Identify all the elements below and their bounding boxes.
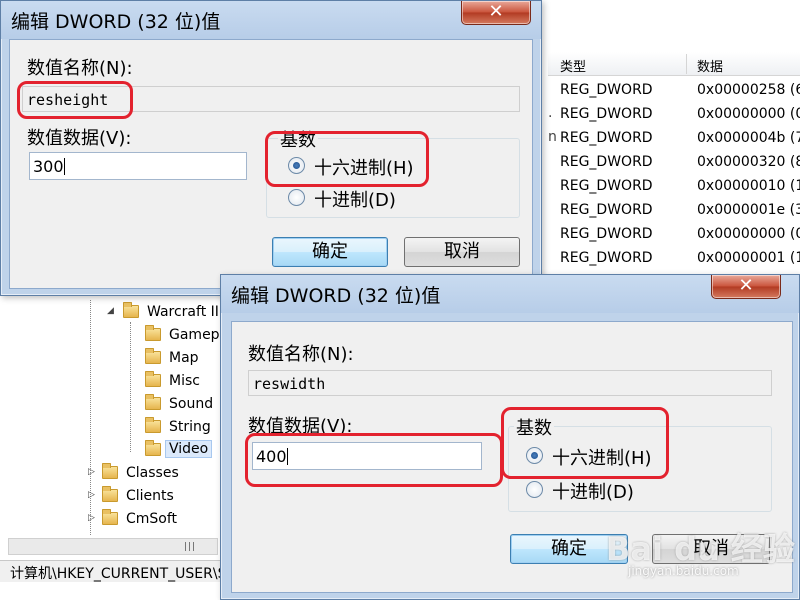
folder-icon bbox=[145, 325, 161, 341]
tree-node-video[interactable]: Video bbox=[145, 440, 220, 462]
expand-arrow-icon[interactable]: ▷ bbox=[88, 513, 98, 525]
folder-icon bbox=[102, 463, 118, 479]
folder-icon bbox=[145, 394, 161, 410]
value-row[interactable]: . REG_DWORD 0x00000000 (0) bbox=[548, 103, 800, 127]
radio-dec[interactable]: 十进制(D) bbox=[526, 478, 666, 503]
tree-node-cmsoft[interactable]: ▷ CmSoft bbox=[88, 509, 218, 531]
radio-checked-icon bbox=[288, 157, 305, 174]
radio-hex[interactable]: 十六进制(H) bbox=[288, 154, 428, 179]
value-name-field: resheight bbox=[22, 86, 520, 112]
value-data: 0x00000001 (1) bbox=[697, 250, 800, 266]
radio-unchecked-icon bbox=[288, 189, 305, 206]
value-name-label: 数值名称(N): bbox=[27, 58, 133, 79]
value-data: 0x00000320 (80 bbox=[697, 154, 800, 170]
status-bar-path: 计算机\HKEY_CURRENT_USER\S bbox=[0, 560, 220, 582]
radio-unchecked-icon bbox=[526, 481, 543, 498]
value-type: REG_DWORD bbox=[560, 106, 653, 122]
folder-icon bbox=[145, 371, 161, 387]
base-label: 基数 bbox=[278, 126, 318, 152]
tree-node-classes[interactable]: ▷ Classes bbox=[88, 463, 218, 485]
value-type: REG_DWORD bbox=[560, 226, 653, 242]
tree-horizontal-scrollbar[interactable] bbox=[8, 538, 218, 555]
value-data-label: 数值数据(V): bbox=[248, 416, 353, 437]
collapse-arrow-icon[interactable]: ◢ bbox=[107, 306, 117, 318]
baidu-jingyan-watermark: Bai du 经验 jingyan.baidu.com bbox=[606, 520, 796, 580]
value-type: REG_DWORD bbox=[560, 250, 653, 266]
tree-node-clients[interactable]: ▷ Clients bbox=[88, 486, 218, 508]
tree-node-gameplay[interactable]: Gamepl bbox=[145, 325, 223, 347]
base-label: 基数 bbox=[514, 414, 554, 440]
column-header-type[interactable]: 类型 bbox=[560, 56, 586, 75]
tree-node-warcraft[interactable]: ◢ Warcraft III bbox=[107, 302, 223, 324]
value-data-input[interactable]: 400 bbox=[252, 442, 482, 470]
value-data: 0x00000000 (0) bbox=[697, 106, 800, 122]
close-button[interactable]: ✕ bbox=[461, 1, 531, 25]
tree-node-map[interactable]: Map bbox=[145, 348, 220, 370]
edit-dword-dialog-resheight: 编辑 DWORD (32 位)值 ✕ 数值名称(N): resheight 数值… bbox=[0, 0, 542, 296]
value-name-field: reswidth bbox=[248, 370, 772, 396]
column-header-data[interactable]: 数据 bbox=[697, 56, 723, 75]
value-row[interactable]: REG_DWORD 0x00000001 (1) bbox=[548, 247, 800, 271]
radio-hex[interactable]: 十六进制(H) bbox=[526, 444, 666, 469]
cancel-button[interactable]: 取消 bbox=[404, 237, 520, 267]
value-name-label: 数值名称(N): bbox=[248, 344, 354, 365]
dialog-title: 编辑 DWORD (32 位)值 bbox=[231, 285, 441, 307]
value-row[interactable]: REG_DWORD 0x00000000 (0) bbox=[548, 223, 800, 247]
value-type: REG_DWORD bbox=[560, 130, 653, 146]
value-row[interactable]: REG_DWORD 0x00000258 (60 bbox=[548, 79, 800, 103]
expand-arrow-icon[interactable]: ▷ bbox=[88, 490, 98, 502]
dialog-client-area: 数值名称(N): resheight 数值数据(V): 300 基数 十六进制(… bbox=[9, 39, 533, 289]
folder-icon bbox=[145, 348, 161, 364]
value-data: 0x00000000 (0) bbox=[697, 226, 800, 242]
close-button[interactable]: ✕ bbox=[711, 275, 781, 299]
folder-icon bbox=[102, 509, 118, 525]
tree-node-misc[interactable]: Misc bbox=[145, 371, 220, 393]
value-data-input[interactable]: 300 bbox=[29, 152, 247, 180]
folder-open-icon bbox=[123, 302, 139, 318]
value-data-label: 数值数据(V): bbox=[27, 128, 132, 149]
folder-icon bbox=[102, 486, 118, 502]
tree-node-sound[interactable]: Sound bbox=[145, 394, 220, 416]
value-type: REG_DWORD bbox=[560, 202, 653, 218]
radio-dec[interactable]: 十进制(D) bbox=[288, 186, 428, 211]
value-type: REG_DWORD bbox=[560, 82, 653, 98]
value-row[interactable]: REG_DWORD 0x00000010 (16 bbox=[548, 175, 800, 199]
ok-button[interactable]: 确定 bbox=[272, 237, 388, 267]
folder-icon bbox=[145, 440, 161, 456]
dialog-titlebar[interactable]: 编辑 DWORD (32 位)值 bbox=[1, 1, 541, 39]
expand-arrow-icon[interactable]: ▷ bbox=[88, 467, 98, 479]
value-data: 0x0000004b (75 bbox=[697, 130, 800, 146]
value-row[interactable]: REG_DWORD 0x0000001e (30 bbox=[548, 199, 800, 223]
watermark-url: jingyan.baidu.com bbox=[628, 564, 739, 578]
value-type: REG_DWORD bbox=[560, 154, 653, 170]
value-type: REG_DWORD bbox=[560, 178, 653, 194]
value-row[interactable]: n REG_DWORD 0x0000004b (75 bbox=[548, 127, 800, 151]
folder-icon bbox=[145, 417, 161, 433]
tree-node-string[interactable]: String bbox=[145, 417, 220, 439]
value-data: 0x00000258 (60 bbox=[697, 82, 800, 98]
values-list-header: 类型 数据 bbox=[548, 52, 800, 76]
dialog-title: 编辑 DWORD (32 位)值 bbox=[11, 11, 221, 33]
value-data: 0x0000001e (30 bbox=[697, 202, 800, 218]
value-data: 0x00000010 (16 bbox=[697, 178, 800, 194]
value-row[interactable]: REG_DWORD 0x00000320 (80 bbox=[548, 151, 800, 175]
radio-checked-icon bbox=[526, 447, 543, 464]
scrollbar-grip-icon[interactable] bbox=[179, 542, 201, 551]
